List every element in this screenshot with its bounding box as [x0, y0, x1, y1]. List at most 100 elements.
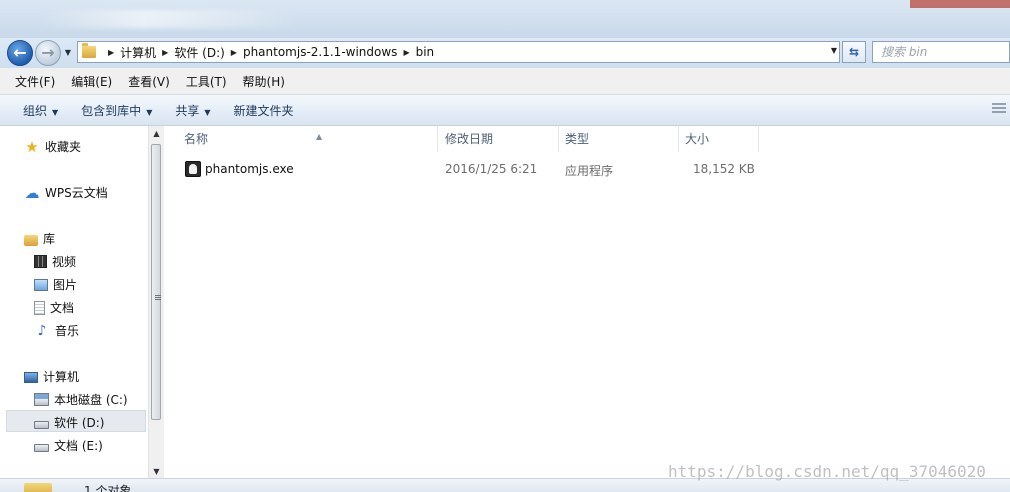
star-icon: ★ — [25, 137, 39, 156]
share-label: 共享 — [175, 103, 200, 118]
include-in-library-label: 包含到库中 — [81, 103, 142, 118]
chevron-down-icon: ▼ — [146, 107, 153, 117]
address-dropdown-icon[interactable]: ▼ — [831, 46, 837, 55]
column-header-name[interactable]: 名称 ▲ — [178, 126, 438, 152]
watermark: https://blog.csdn.net/qq_37046020 — [668, 462, 986, 481]
sidebar-item-label: 音乐 — [55, 324, 80, 338]
grip-icon — [155, 295, 161, 301]
sidebar-item-pictures[interactable]: 图片 — [34, 276, 77, 293]
sidebar-item-wps-cloud[interactable]: ☁ WPS云文档 — [24, 184, 108, 201]
application-icon — [185, 161, 201, 177]
view-options-icon[interactable] — [992, 103, 1006, 115]
include-in-library-button[interactable]: 包含到库中 ▼ — [81, 102, 152, 119]
breadcrumb-computer[interactable]: 计算机 — [120, 44, 156, 61]
arrow-left-icon: ← — [13, 43, 27, 62]
file-type: 应用程序 — [565, 164, 614, 178]
scroll-up-icon[interactable]: ▲ — [149, 126, 164, 142]
address-bar[interactable]: ▶ 计算机 ▶ 软件 (D:) ▶ phantomjs-2.1.1-window… — [77, 41, 840, 63]
blurred-title — [40, 10, 300, 28]
back-button[interactable]: ← — [7, 40, 33, 66]
command-bar: 组织 ▼ 包含到库中 ▼ 共享 ▼ 新建文件夹 — [0, 95, 1010, 126]
share-button[interactable]: 共享 ▼ — [175, 102, 210, 119]
menu-edit[interactable]: 编辑(E) — [71, 73, 112, 90]
file-row[interactable]: phantomjs.exe 2016/1/25 6:21 应用程序 18,152… — [183, 159, 763, 179]
document-icon — [34, 300, 45, 315]
column-header-date[interactable]: 修改日期 — [439, 126, 559, 152]
sidebar-item-label: 软件 (D:) — [54, 416, 105, 430]
arrow-right-icon: → — [41, 43, 55, 62]
sidebar-item-label: 图片 — [53, 278, 78, 292]
column-header-label: 类型 — [565, 132, 590, 146]
sidebar-item-libraries[interactable]: 库 — [24, 230, 55, 247]
chevron-down-icon: ▼ — [64, 48, 72, 57]
sort-ascending-icon: ▲ — [316, 132, 323, 141]
computer-icon — [24, 372, 38, 383]
menu-tools[interactable]: 工具(T) — [186, 73, 227, 90]
menu-help[interactable]: 帮助(H) — [243, 73, 285, 90]
picture-icon — [34, 278, 48, 291]
chevron-right-icon[interactable]: ▶ — [162, 48, 168, 57]
file-name: phantomjs.exe — [205, 162, 294, 176]
cloud-icon: ☁ — [24, 183, 40, 202]
menu-view[interactable]: 查看(V) — [128, 73, 170, 90]
library-icon — [24, 234, 38, 246]
breadcrumb-bin[interactable]: bin — [416, 45, 435, 59]
sidebar-item-music[interactable]: ♪ 音乐 — [34, 322, 79, 339]
sidebar-item-label: 文档 — [50, 301, 75, 315]
chevron-right-icon[interactable]: ▶ — [108, 48, 114, 57]
sidebar-item-documents[interactable]: 文档 — [34, 299, 74, 316]
explorer-window: ← → ▼ ▶ 计算机 ▶ 软件 (D:) ▶ phantomjs-2.1.1-… — [0, 0, 1010, 492]
file-list-pane: 名称 ▲ 修改日期 类型 大小 phantomjs.exe 2016/1/25 … — [165, 126, 1010, 478]
sidebar-item-computer[interactable]: 计算机 — [24, 368, 79, 385]
organize-button[interactable]: 组织 ▼ — [23, 102, 58, 119]
sidebar-item-drive-c[interactable]: 本地磁盘 (C:) — [34, 391, 128, 408]
refresh-button[interactable]: ⇆ — [842, 41, 866, 63]
column-header-label: 修改日期 — [445, 132, 494, 146]
chevron-down-icon: ▼ — [52, 107, 59, 117]
sidebar-item-label: WPS云文档 — [45, 186, 108, 200]
file-size: 18,152 KB — [693, 162, 755, 176]
navigation-row: ← → ▼ ▶ 计算机 ▶ 软件 (D:) ▶ phantomjs-2.1.1-… — [0, 38, 1010, 68]
system-drive-icon — [34, 393, 49, 406]
organize-label: 组织 — [23, 103, 48, 118]
sidebar-item-label: 计算机 — [43, 370, 80, 384]
chevron-right-icon[interactable]: ▶ — [231, 48, 237, 57]
drive-icon — [34, 421, 49, 429]
sidebar-item-drive-d[interactable]: 软件 (D:) — [34, 414, 104, 431]
column-header-label: 大小 — [685, 132, 710, 146]
menu-bar: 文件(F) 编辑(E) 查看(V) 工具(T) 帮助(H) — [0, 68, 1010, 95]
folder-icon — [24, 483, 52, 492]
breadcrumb-drive-d[interactable]: 软件 (D:) — [174, 44, 224, 61]
nav-pane-scrollbar[interactable]: ▲ ▼ — [148, 126, 164, 480]
recent-pages-dropdown[interactable]: ▼ — [63, 48, 73, 58]
title-bar — [0, 0, 1010, 38]
sidebar-item-label: 收藏夹 — [45, 140, 82, 154]
music-note-icon: ♪ — [37, 322, 47, 339]
video-icon — [34, 255, 47, 268]
new-folder-button[interactable]: 新建文件夹 — [234, 102, 294, 119]
column-header-type[interactable]: 类型 — [559, 126, 679, 152]
sidebar-item-drive-e[interactable]: 文档 (E:) — [34, 437, 103, 454]
sidebar-item-favorites[interactable]: ★ 收藏夹 — [24, 138, 81, 155]
sidebar-item-label: 本地磁盘 (C:) — [54, 393, 128, 407]
sidebar-item-label: 视频 — [52, 255, 77, 269]
menu-file[interactable]: 文件(F) — [15, 73, 55, 90]
folder-icon — [82, 43, 96, 58]
refresh-icon: ⇆ — [848, 45, 860, 59]
drive-icon — [34, 444, 49, 452]
search-input[interactable]: 搜索 bin — [872, 41, 1010, 63]
column-header-size[interactable]: 大小 — [679, 126, 759, 152]
file-date: 2016/1/25 6:21 — [445, 162, 538, 176]
chevron-down-icon: ▼ — [204, 107, 211, 117]
column-header-label: 名称 — [184, 132, 209, 146]
window-close-button[interactable] — [910, 0, 1010, 8]
scrollbar-thumb[interactable] — [151, 144, 161, 420]
chevron-right-icon[interactable]: ▶ — [403, 48, 409, 57]
forward-button[interactable]: → — [35, 40, 61, 66]
navigation-pane: ★ 收藏夹 ☁ WPS云文档 库 视频 图片 文档 ♪ 音乐 计算机 本地磁盘 … — [0, 126, 164, 492]
sidebar-item-label: 文档 (E:) — [54, 439, 103, 453]
sidebar-item-label: 库 — [43, 232, 56, 246]
item-count: 1 个对象 — [84, 484, 132, 492]
breadcrumb-phantomjs[interactable]: phantomjs-2.1.1-windows — [243, 45, 397, 59]
sidebar-item-videos[interactable]: 视频 — [34, 253, 76, 270]
